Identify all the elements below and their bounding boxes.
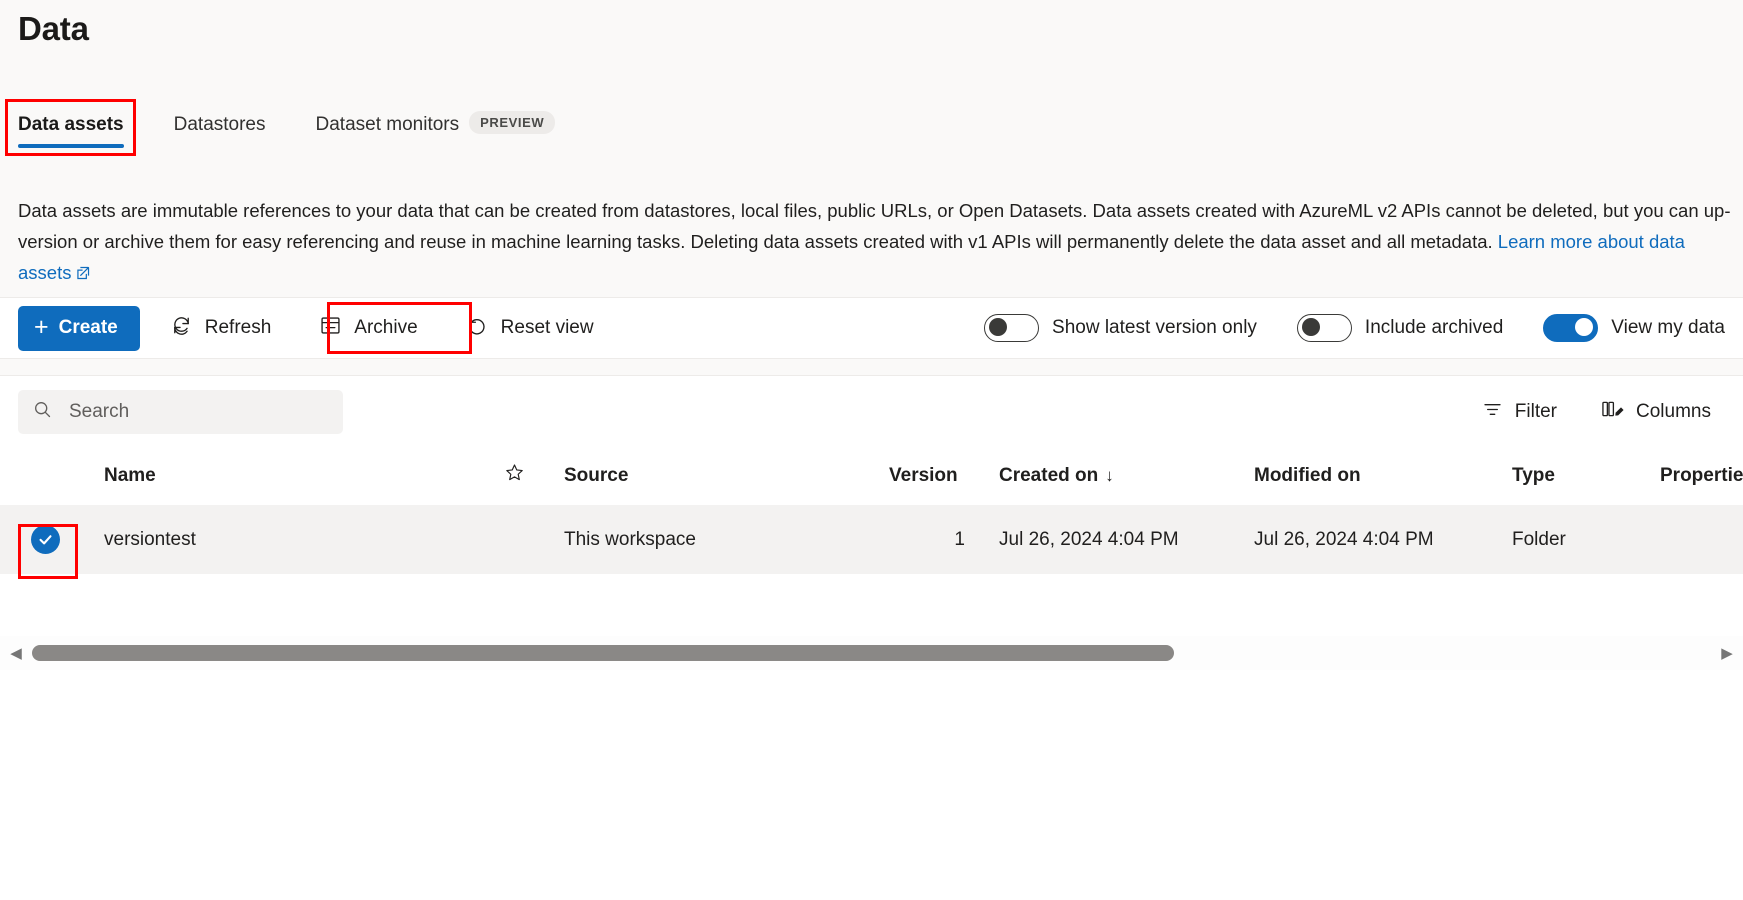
refresh-button[interactable]: Refresh <box>152 306 290 351</box>
create-button-label: Create <box>59 317 118 339</box>
toggle-include-archived[interactable]: Include archived <box>1297 314 1503 342</box>
refresh-icon <box>170 314 193 343</box>
view-my-data-switch[interactable] <box>1543 314 1598 342</box>
tab-data-assets[interactable]: Data assets <box>18 100 146 148</box>
tab-data-assets-label: Data assets <box>18 114 124 136</box>
table-toolbar: Filter Columns <box>0 376 1743 448</box>
include-archived-switch[interactable] <box>1297 314 1352 342</box>
header-source[interactable]: Source <box>564 448 889 505</box>
row-checkbox-checked[interactable] <box>31 525 60 554</box>
tab-datastores-label: Datastores <box>174 114 266 136</box>
header-created-on[interactable]: Created on ↓ <box>999 448 1254 505</box>
table-body: versiontest This workspace 1 Jul 26, 202… <box>0 505 1743 574</box>
preview-badge: PREVIEW <box>469 111 555 134</box>
row-version: 1 <box>889 505 999 574</box>
columns-icon <box>1601 398 1624 426</box>
scroll-left-arrow-icon[interactable]: ◀ <box>6 644 26 662</box>
row-select-cell[interactable] <box>0 505 104 574</box>
filter-icon <box>1482 399 1503 426</box>
tab-datastores[interactable]: Datastores <box>146 100 288 148</box>
command-bar-left: + Create Refresh <box>18 306 612 351</box>
header-name[interactable]: Name <box>104 448 504 505</box>
row-created-on: Jul 26, 2024 4:04 PM <box>999 505 1254 574</box>
scroll-right-arrow-icon[interactable]: ▶ <box>1717 644 1737 662</box>
data-assets-table-card: Filter Columns <box>0 375 1743 670</box>
reset-view-button[interactable]: Reset view <box>448 306 612 351</box>
switch-knob <box>1302 318 1320 336</box>
table-toolbar-right: Filter Columns <box>1468 391 1725 433</box>
table-header: Name Source Version Created on↓ Modified <box>0 448 1743 505</box>
archive-button-label: Archive <box>354 317 417 339</box>
command-bar-right: Show latest version only Include archive… <box>944 314 1725 342</box>
search-input[interactable] <box>67 400 329 424</box>
scrollbar-thumb[interactable] <box>32 645 1174 661</box>
horizontal-scrollbar[interactable]: ◀ ▶ <box>0 636 1743 670</box>
header-created-on-label: Created on <box>999 465 1098 486</box>
row-favorite-cell[interactable] <box>504 505 564 574</box>
switch-knob <box>1575 318 1593 336</box>
columns-button-label: Columns <box>1636 401 1711 423</box>
row-modified-on: Jul 26, 2024 4:04 PM <box>1254 505 1512 574</box>
header-select <box>0 448 104 505</box>
filter-button-label: Filter <box>1515 401 1557 423</box>
create-button[interactable]: + Create <box>18 306 140 351</box>
row-type: Folder <box>1512 505 1660 574</box>
columns-button[interactable]: Columns <box>1587 391 1725 433</box>
archive-icon <box>319 314 342 343</box>
search-icon <box>32 399 53 425</box>
reset-view-button-label: Reset view <box>501 317 594 339</box>
header-version[interactable]: Version <box>889 448 999 505</box>
header-modified-on[interactable]: Modified on <box>1254 448 1512 505</box>
reset-view-icon <box>466 314 489 343</box>
show-latest-version-only-label: Show latest version only <box>1052 317 1257 339</box>
command-bar: + Create Refresh <box>0 297 1743 359</box>
include-archived-label: Include archived <box>1365 317 1503 339</box>
data-page: Data Data assets Datastores Dataset moni… <box>0 0 1743 900</box>
toggle-view-my-data[interactable]: View my data <box>1543 314 1725 342</box>
description-body: Data assets are immutable references to … <box>18 200 1731 252</box>
page-title: Data <box>18 10 89 48</box>
switch-knob <box>989 318 1007 336</box>
header-favorite[interactable] <box>504 448 564 505</box>
toggle-show-latest-version-only[interactable]: Show latest version only <box>984 314 1257 342</box>
view-my-data-label: View my data <box>1611 317 1725 339</box>
external-link-icon <box>76 258 90 272</box>
tab-dataset-monitors[interactable]: Dataset monitors PREVIEW <box>288 100 578 148</box>
row-name-link[interactable]: versiontest <box>104 505 504 574</box>
tab-dataset-monitors-label: Dataset monitors <box>316 114 460 136</box>
refresh-button-label: Refresh <box>205 317 272 339</box>
star-icon[interactable] <box>504 462 525 489</box>
show-latest-version-only-switch[interactable] <box>984 314 1039 342</box>
tab-bar: Data assets Datastores Dataset monitors … <box>18 100 577 148</box>
scrollbar-track[interactable] <box>32 645 1711 661</box>
page-background-bottom <box>0 670 1743 900</box>
tab-active-underline <box>18 144 124 148</box>
row-source: This workspace <box>564 505 889 574</box>
filter-button[interactable]: Filter <box>1468 391 1571 433</box>
header-properties[interactable]: Properties <box>1660 448 1743 505</box>
sort-descending-icon: ↓ <box>1105 466 1114 485</box>
archive-button[interactable]: Archive <box>301 306 435 351</box>
table-row[interactable]: versiontest This workspace 1 Jul 26, 202… <box>0 505 1743 574</box>
description-text: Data assets are immutable references to … <box>18 195 1733 288</box>
data-assets-table: Name Source Version Created on↓ Modified <box>0 448 1743 574</box>
row-properties <box>1660 505 1743 574</box>
table-header-row: Name Source Version Created on↓ Modified <box>0 448 1743 505</box>
plus-icon: + <box>34 315 49 340</box>
header-type[interactable]: Type <box>1512 448 1660 505</box>
search-box[interactable] <box>18 390 343 434</box>
